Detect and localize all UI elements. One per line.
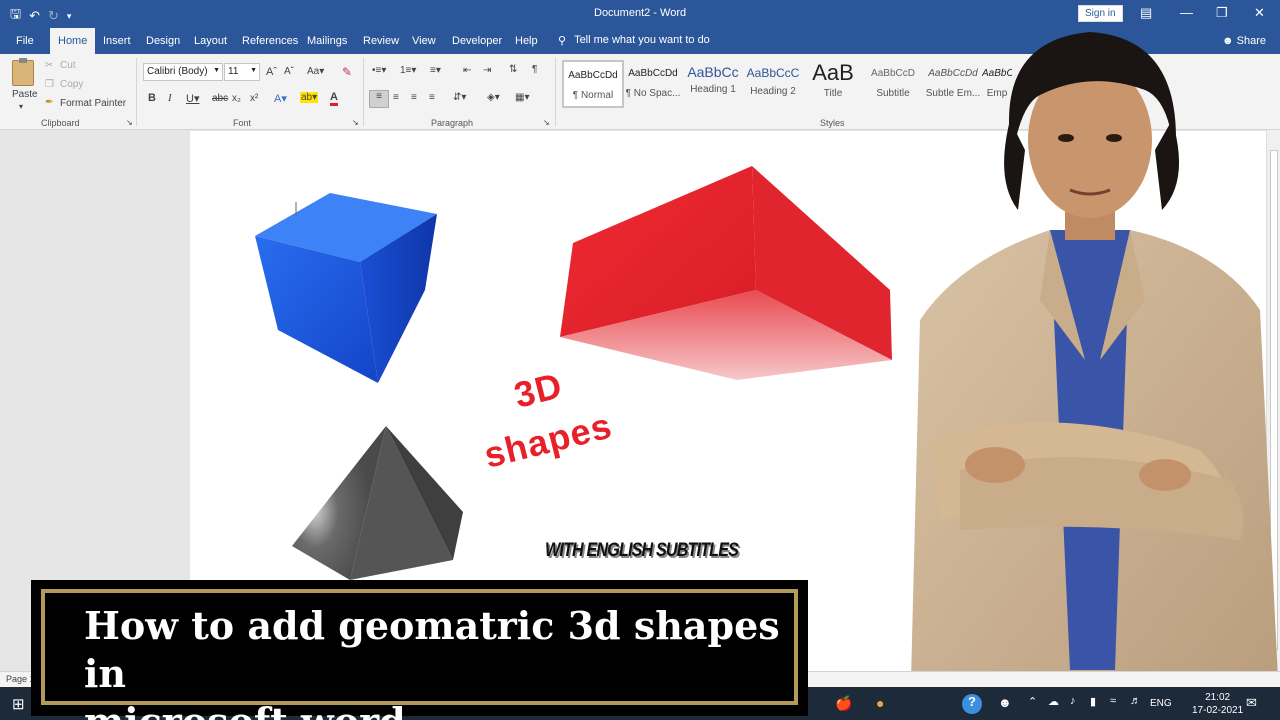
subtitles-tag: WITH ENGLISH SUBTITLES	[545, 540, 739, 561]
show-hidden-icons[interactable]: ⌃	[1028, 695, 1046, 713]
microphone-icon[interactable]: ♪	[1070, 695, 1088, 713]
video-title-banner: How to add geomatric 3d shapes in micros…	[31, 580, 808, 720]
red-box-shape[interactable]	[560, 166, 892, 380]
banner-title-line1: How to add geomatric 3d shapes in	[84, 603, 780, 696]
banner-title-line2: microsoft word	[84, 698, 808, 720]
notifications-icon[interactable]: ✉	[1246, 695, 1264, 713]
app-icon-2[interactable]: ●	[876, 695, 894, 713]
windows-start-icon[interactable]: ⊞	[12, 695, 30, 713]
banner-title: How to add geomatric 3d shapes in micros…	[84, 602, 808, 720]
presenter-image	[910, 32, 1280, 720]
clock[interactable]: 21:02 17-02-2021	[1192, 691, 1243, 717]
people-icon[interactable]: ☻	[998, 695, 1016, 713]
help-icon[interactable]: ?	[962, 694, 982, 714]
app-icon-1[interactable]: 🍎	[835, 695, 853, 713]
clock-time: 21:02	[1205, 692, 1231, 703]
battery-icon[interactable]: ▮	[1090, 695, 1108, 713]
gray-pyramid-shape[interactable]	[292, 426, 463, 580]
language-indicator[interactable]: ENG	[1150, 698, 1172, 709]
cloud-icon[interactable]: ☁	[1048, 695, 1066, 713]
volume-icon[interactable]: ♬	[1130, 695, 1148, 713]
blue-cube-shape[interactable]	[255, 193, 437, 383]
wifi-icon[interactable]: ≈	[1110, 695, 1128, 713]
clock-date: 17-02-2021	[1192, 705, 1244, 716]
